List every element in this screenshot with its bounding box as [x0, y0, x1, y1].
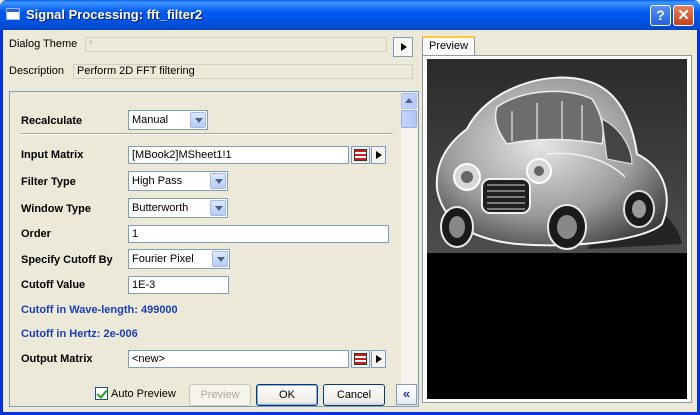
dropdown-arrow-icon[interactable]	[190, 112, 206, 128]
recalculate-label: Recalculate	[21, 115, 83, 127]
output-matrix-picker[interactable]	[351, 350, 370, 368]
window-title: Signal Processing: fft_filter2	[26, 7, 203, 22]
specify-cutoff-label: Specify Cutoff By	[21, 254, 113, 266]
dialog-window: Signal Processing: fft_filter2 ? ✕ Dialo…	[0, 0, 700, 415]
description-field: Perform 2D FFT filtering	[73, 64, 413, 79]
output-matrix-label: Output Matrix	[21, 353, 93, 365]
filter-type-value: High Pass	[132, 175, 183, 187]
dropdown-arrow-icon[interactable]	[210, 200, 226, 216]
order-label: Order	[21, 228, 51, 240]
window-icon	[6, 8, 20, 20]
help-button[interactable]: ?	[650, 5, 671, 26]
dropdown-arrow-icon[interactable]	[212, 251, 228, 267]
filter-type-select[interactable]: High Pass	[128, 171, 228, 191]
cutoff-hertz-text: Cutoff in Hertz: 2e-006	[21, 328, 138, 340]
input-matrix-picker[interactable]	[351, 146, 370, 164]
theme-field[interactable]: *	[85, 37, 387, 52]
output-matrix-menu[interactable]	[371, 350, 386, 368]
specify-cutoff-value: Fourier Pixel	[132, 253, 194, 265]
settings-scrollbar[interactable]	[401, 93, 417, 405]
settings-panel: Recalculate Manual Input Matrix [MBook2]…	[9, 91, 419, 407]
range-picker-icon	[354, 149, 367, 161]
theme-label: Dialog Theme	[9, 38, 78, 50]
dropdown-arrow-icon[interactable]	[210, 173, 226, 189]
filter-type-label: Filter Type	[21, 176, 76, 188]
cutoff-value-field[interactable]: 1E-3	[128, 276, 229, 294]
specify-cutoff-select[interactable]: Fourier Pixel	[128, 249, 230, 269]
close-button[interactable]: ✕	[673, 5, 694, 26]
theme-menu-button[interactable]	[393, 37, 413, 57]
window-type-select[interactable]: Butterworth	[128, 198, 228, 218]
window-type-value: Butterworth	[132, 202, 189, 214]
recalculate-value: Manual	[132, 114, 169, 126]
cutoff-wavelength-text: Cutoff in Wave-length: 499000	[21, 304, 178, 316]
cutoff-value-label: Cutoff Value	[21, 279, 86, 291]
scroll-thumb[interactable]	[401, 110, 417, 128]
range-picker-icon	[354, 353, 367, 365]
auto-preview-label[interactable]: Auto Preview	[111, 388, 176, 400]
order-field[interactable]: 1	[128, 225, 389, 243]
input-matrix-menu[interactable]	[371, 146, 386, 164]
car-filtered-image	[427, 59, 687, 399]
collapse-icon[interactable]: «	[396, 384, 417, 405]
recalculate-select[interactable]: Manual	[128, 110, 208, 130]
dialog-client: Dialog Theme * Description Perform 2D FF…	[3, 30, 697, 412]
output-matrix-field[interactable]: <new>	[128, 350, 349, 368]
ok-button[interactable]: OK	[256, 384, 318, 406]
input-matrix-label: Input Matrix	[21, 149, 84, 161]
window-type-label: Window Type	[21, 203, 91, 215]
description-label: Description	[9, 65, 65, 77]
cancel-button[interactable]: Cancel	[323, 384, 385, 406]
preview-image	[427, 59, 687, 399]
preview-button[interactable]: Preview	[189, 384, 251, 406]
separator	[21, 133, 393, 135]
tab-preview[interactable]: Preview	[422, 36, 475, 56]
input-matrix-field[interactable]: [MBook2]MSheet1!1	[128, 146, 349, 164]
auto-preview-checkbox[interactable]	[95, 387, 108, 400]
title-bar[interactable]: Signal Processing: fft_filter2 ? ✕	[0, 0, 700, 30]
scroll-up-icon[interactable]	[401, 93, 417, 109]
